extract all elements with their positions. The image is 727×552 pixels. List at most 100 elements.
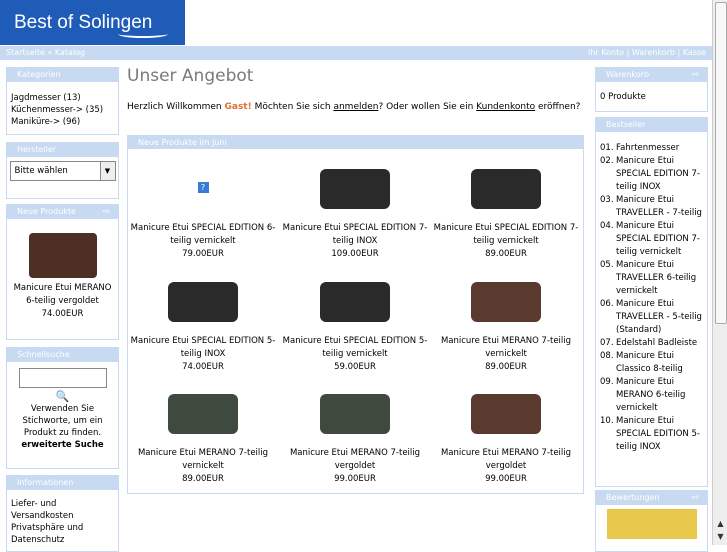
breadcrumb[interactable]: Startseite » Katalog [6,46,85,60]
bestseller-name[interactable]: Manicure Etui MERANO 6-teilig vernickelt [616,376,703,415]
product-card[interactable]: Manicure Etui SPECIAL EDITION 7-teilig v… [431,154,581,261]
logo[interactable]: Best of Solingen [0,0,185,45]
product-name[interactable]: Manicure Etui MERANO 7-teilig vernickelt [431,335,581,361]
product-card[interactable]: Manicure Etui SPECIAL EDITION 5-teilig v… [280,267,430,374]
scrollbar[interactable]: ▲ ▼ [712,0,727,545]
page-title: Unser Angebot [127,66,254,86]
bestseller-item[interactable]: 09. Manicure Etui MERANO 6-teilig vernick… [600,376,703,415]
bestseller-name[interactable]: Fahrtenmesser [616,142,703,155]
chevron-down-icon[interactable]: ▼ [99,162,115,180]
bestseller-item[interactable]: 06. Manicure Etui TRAVELLER - 5-teilig (S… [600,298,703,337]
info-link[interactable]: Privatsphäre und Datenschutz [11,522,114,546]
bestseller-name[interactable]: Manicure Etui Classico 8-teilig [616,350,703,376]
product-card[interactable]: Manicure Etui SPECIAL EDITION 7-teilig I… [280,154,430,261]
nav-account-link[interactable]: Ihr Konto [588,48,624,57]
bestsellers-title: Bestseller [596,118,707,132]
product-image[interactable] [158,267,248,332]
information-box: Informationen Liefer- und Versandkosten … [6,475,119,552]
quicksearch-title: Schnellsuche [7,348,118,362]
nav-checkout-link[interactable]: Kasse [683,48,706,57]
scroll-up-icon[interactable]: ▲ [715,518,726,529]
product-image[interactable] [28,233,97,278]
bestseller-rank: 04. [600,221,614,231]
cart-title: Warenkorb ⇨ [596,68,707,82]
bestseller-item[interactable]: 08. Manicure Etui Classico 8-teilig [600,350,703,376]
bestseller-item[interactable]: 07. Edelstahl Badleiste [600,337,703,350]
new-products-box: Neue Produkte ⇨ Manicure Etui MERANO 6-te… [6,204,119,340]
new-products-panel-title: Neue Produkte im Juni [128,136,583,149]
product-image[interactable]: ? [158,154,248,219]
product-price: 89.00EUR [182,474,224,484]
scroll-down-icon[interactable]: ▼ [715,531,726,542]
product-card[interactable]: Manicure Etui MERANO 7-teilig vernickelt… [128,379,278,486]
welcome-text: Herzlich Willkommen Gast! Möchten Sie si… [127,102,581,112]
product-card[interactable]: Manicure Etui MERANO 7-teilig vergoldet 9… [431,379,581,486]
product-price: 74.00EUR [182,362,224,372]
header: Best of Solingen [0,0,727,45]
etui-image [320,282,390,322]
bestseller-name[interactable]: Manicure Etui TRAVELLER - 7-teilig [616,194,703,220]
search-icon[interactable]: 🔍 [7,390,118,403]
nav-links: Ihr Konto | Warenkorb | Kasse [588,48,706,57]
bestseller-name[interactable]: Manicure Etui SPECIAL EDITION 7-teilig I… [616,155,703,194]
product-name[interactable]: Manicure Etui MERANO 6-teilig vergoldet [7,282,118,308]
product-price: 79.00EUR [182,249,224,259]
bestseller-rank: 10. [600,416,614,426]
bestseller-item[interactable]: 01. Fahrtenmesser [600,142,703,155]
category-item[interactable]: Küchenmesser-> (35) [11,104,114,116]
product-image[interactable] [310,154,400,219]
product-name[interactable]: Manicure Etui SPECIAL EDITION 5-teilig v… [280,335,430,361]
advanced-search-link[interactable]: erweiterte Suche [7,439,118,452]
info-link[interactable]: Liefer- und Versandkosten [11,498,114,522]
reviews-title: Bewertungen ⇨ [596,491,707,505]
product-image[interactable] [461,267,551,332]
cart-count: 0 Produkte [600,92,646,102]
create-account-link[interactable]: Kundenkonto [476,102,535,112]
product-card[interactable]: ? Manicure Etui SPECIAL EDITION 6-teilig … [128,154,278,261]
new-products-panel: Neue Produkte im Juni ? Manicure Etui SPE… [127,135,584,494]
product-name[interactable]: Manicure Etui MERANO 7-teilig vergoldet [280,447,430,473]
arrow-right-icon[interactable]: ⇨ [691,491,699,505]
manufacturer-select[interactable]: Bitte wählen ▼ [9,161,116,181]
bestseller-rank: 08. [600,351,614,361]
bestseller-item[interactable]: 05. Manicure Etui TRAVELLER 6-teilig vern… [600,259,703,298]
login-link[interactable]: anmelden [333,102,378,112]
bestseller-name[interactable]: Manicure Etui TRAVELLER 6-teilig vernick… [616,259,703,298]
bestseller-item[interactable]: 03. Manicure Etui TRAVELLER - 7-teilig [600,194,703,220]
etui-image [471,394,541,434]
product-name[interactable]: Manicure Etui SPECIAL EDITION 7-teilig v… [431,222,581,248]
bestseller-item[interactable]: 10. Manicure Etui SPECIAL EDITION 5-teili… [600,415,703,454]
category-item[interactable]: Jagdmesser (13) [11,92,114,104]
bestseller-item[interactable]: 02. Manicure Etui SPECIAL EDITION 7-teili… [600,155,703,194]
arrow-right-icon[interactable]: ⇨ [102,205,110,219]
category-item[interactable]: Maniküre-> (96) [11,116,114,128]
bestseller-name[interactable]: Manicure Etui SPECIAL EDITION 7-teilig v… [616,220,703,259]
scrollbar-thumb[interactable] [715,2,727,324]
product-name[interactable]: Manicure Etui MERANO 7-teilig vergoldet [431,447,581,473]
product-image[interactable] [310,379,400,444]
product-price: 59.00EUR [334,362,376,372]
product-image[interactable] [461,154,551,219]
categories-title: Kategorien [7,68,118,82]
navbar: Startseite » Katalog Ihr Konto | Warenko… [0,46,712,60]
product-name[interactable]: Manicure Etui MERANO 7-teilig vernickelt [128,447,278,473]
product-card[interactable]: Manicure Etui MERANO 7-teilig vergoldet 9… [280,379,430,486]
missing-image-icon: ? [197,182,209,193]
product-image[interactable] [158,379,248,444]
bestseller-item[interactable]: 04. Manicure Etui SPECIAL EDITION 7-teili… [600,220,703,259]
product-name[interactable]: Manicure Etui SPECIAL EDITION 7-teilig I… [280,222,430,248]
arrow-right-icon[interactable]: ⇨ [691,68,699,82]
bestseller-name[interactable]: Edelstahl Badleiste [616,337,703,350]
review-image[interactable] [606,509,697,539]
bestseller-name[interactable]: Manicure Etui TRAVELLER - 5-teilig (Stan… [616,298,703,337]
product-image[interactable] [310,267,400,332]
product-card[interactable]: Manicure Etui MERANO 7-teilig vernickelt… [431,267,581,374]
search-input[interactable] [18,368,107,388]
product-card[interactable]: Manicure Etui SPECIAL EDITION 5-teilig I… [128,267,278,374]
nav-cart-link[interactable]: Warenkorb [632,48,675,57]
product-name[interactable]: Manicure Etui SPECIAL EDITION 6-teilig v… [128,222,278,248]
bestseller-name[interactable]: Manicure Etui SPECIAL EDITION 5-teilig I… [616,415,703,454]
etui-image [320,394,390,434]
product-image[interactable] [461,379,551,444]
product-name[interactable]: Manicure Etui SPECIAL EDITION 5-teilig I… [128,335,278,361]
